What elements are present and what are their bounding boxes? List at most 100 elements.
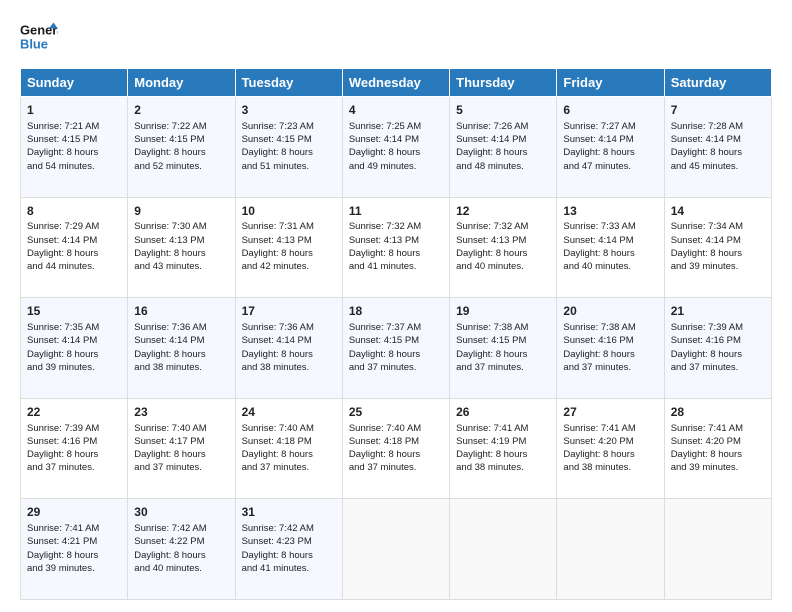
calendar-cell: 19Sunrise: 7:38 AMSunset: 4:15 PMDayligh… bbox=[450, 298, 557, 399]
day-number: 3 bbox=[242, 102, 336, 119]
day-number: 10 bbox=[242, 203, 336, 220]
day-number: 9 bbox=[134, 203, 228, 220]
day-number: 28 bbox=[671, 404, 765, 421]
cell-info-line: Sunrise: 7:42 AM bbox=[242, 522, 336, 535]
calendar-cell: 7Sunrise: 7:28 AMSunset: 4:14 PMDaylight… bbox=[664, 97, 771, 198]
cell-info-line: Daylight: 8 hours bbox=[27, 448, 121, 461]
cell-info-line: Sunrise: 7:32 AM bbox=[349, 220, 443, 233]
day-number: 13 bbox=[563, 203, 657, 220]
col-header-thursday: Thursday bbox=[450, 69, 557, 97]
cell-info-line: and 37 minutes. bbox=[671, 361, 765, 374]
cell-info-line: Daylight: 8 hours bbox=[134, 549, 228, 562]
cell-info-line: Sunset: 4:14 PM bbox=[671, 133, 765, 146]
cell-info-line: Daylight: 8 hours bbox=[242, 448, 336, 461]
day-number: 16 bbox=[134, 303, 228, 320]
calendar-cell: 31Sunrise: 7:42 AMSunset: 4:23 PMDayligh… bbox=[235, 499, 342, 600]
cell-info-line: Sunset: 4:14 PM bbox=[27, 334, 121, 347]
calendar-cell: 27Sunrise: 7:41 AMSunset: 4:20 PMDayligh… bbox=[557, 398, 664, 499]
day-number: 29 bbox=[27, 504, 121, 521]
cell-info-line: Daylight: 8 hours bbox=[671, 247, 765, 260]
cell-info-line: Sunrise: 7:40 AM bbox=[349, 422, 443, 435]
day-number: 30 bbox=[134, 504, 228, 521]
cell-info-line: and 39 minutes. bbox=[27, 562, 121, 575]
calendar-cell: 4Sunrise: 7:25 AMSunset: 4:14 PMDaylight… bbox=[342, 97, 449, 198]
day-number: 25 bbox=[349, 404, 443, 421]
cell-info-line: Sunset: 4:23 PM bbox=[242, 535, 336, 548]
calendar-cell: 12Sunrise: 7:32 AMSunset: 4:13 PMDayligh… bbox=[450, 197, 557, 298]
calendar-cell: 16Sunrise: 7:36 AMSunset: 4:14 PMDayligh… bbox=[128, 298, 235, 399]
cell-info-line: Sunset: 4:15 PM bbox=[349, 334, 443, 347]
cell-info-line: Sunrise: 7:26 AM bbox=[456, 120, 550, 133]
cell-info-line: and 44 minutes. bbox=[27, 260, 121, 273]
cell-info-line: and 41 minutes. bbox=[349, 260, 443, 273]
cell-info-line: Sunset: 4:14 PM bbox=[563, 234, 657, 247]
cell-info-line: Sunset: 4:15 PM bbox=[27, 133, 121, 146]
cell-info-line: Sunrise: 7:38 AM bbox=[563, 321, 657, 334]
cell-info-line: Sunset: 4:20 PM bbox=[671, 435, 765, 448]
day-number: 27 bbox=[563, 404, 657, 421]
day-number: 15 bbox=[27, 303, 121, 320]
cell-info-line: Sunrise: 7:40 AM bbox=[134, 422, 228, 435]
day-number: 8 bbox=[27, 203, 121, 220]
cell-info-line: Sunrise: 7:31 AM bbox=[242, 220, 336, 233]
cell-info-line: Sunset: 4:18 PM bbox=[242, 435, 336, 448]
day-number: 23 bbox=[134, 404, 228, 421]
cell-info-line: and 40 minutes. bbox=[563, 260, 657, 273]
cell-info-line: Sunrise: 7:39 AM bbox=[27, 422, 121, 435]
cell-info-line: Daylight: 8 hours bbox=[242, 348, 336, 361]
logo: General Blue bbox=[20, 18, 58, 56]
cell-info-line: Sunset: 4:15 PM bbox=[134, 133, 228, 146]
cell-info-line: and 52 minutes. bbox=[134, 160, 228, 173]
day-number: 31 bbox=[242, 504, 336, 521]
cell-info-line: and 47 minutes. bbox=[563, 160, 657, 173]
cell-info-line: Sunrise: 7:41 AM bbox=[671, 422, 765, 435]
cell-info-line: Sunset: 4:13 PM bbox=[349, 234, 443, 247]
day-number: 20 bbox=[563, 303, 657, 320]
cell-info-line: Sunset: 4:14 PM bbox=[134, 334, 228, 347]
cell-info-line: and 43 minutes. bbox=[134, 260, 228, 273]
calendar-cell bbox=[450, 499, 557, 600]
cell-info-line: Daylight: 8 hours bbox=[349, 448, 443, 461]
cell-info-line: Sunset: 4:18 PM bbox=[349, 435, 443, 448]
day-number: 4 bbox=[349, 102, 443, 119]
col-header-monday: Monday bbox=[128, 69, 235, 97]
cell-info-line: Sunrise: 7:40 AM bbox=[242, 422, 336, 435]
svg-text:Blue: Blue bbox=[20, 36, 48, 51]
cell-info-line: Sunrise: 7:27 AM bbox=[563, 120, 657, 133]
cell-info-line: and 37 minutes. bbox=[134, 461, 228, 474]
calendar-table: SundayMondayTuesdayWednesdayThursdayFrid… bbox=[20, 68, 772, 600]
cell-info-line: Sunrise: 7:30 AM bbox=[134, 220, 228, 233]
cell-info-line: and 49 minutes. bbox=[349, 160, 443, 173]
day-number: 12 bbox=[456, 203, 550, 220]
cell-info-line: Sunrise: 7:34 AM bbox=[671, 220, 765, 233]
cell-info-line: Daylight: 8 hours bbox=[242, 247, 336, 260]
cell-info-line: Sunset: 4:16 PM bbox=[27, 435, 121, 448]
cell-info-line: Daylight: 8 hours bbox=[27, 348, 121, 361]
cell-info-line: Sunrise: 7:41 AM bbox=[563, 422, 657, 435]
calendar-cell: 24Sunrise: 7:40 AMSunset: 4:18 PMDayligh… bbox=[235, 398, 342, 499]
cell-info-line: Daylight: 8 hours bbox=[456, 247, 550, 260]
cell-info-line: Daylight: 8 hours bbox=[242, 146, 336, 159]
cell-info-line: Daylight: 8 hours bbox=[27, 146, 121, 159]
cell-info-line: and 38 minutes. bbox=[456, 461, 550, 474]
cell-info-line: Sunrise: 7:36 AM bbox=[242, 321, 336, 334]
cell-info-line: Daylight: 8 hours bbox=[27, 549, 121, 562]
cell-info-line: Daylight: 8 hours bbox=[134, 448, 228, 461]
calendar-cell: 17Sunrise: 7:36 AMSunset: 4:14 PMDayligh… bbox=[235, 298, 342, 399]
page: General Blue SundayMondayTuesdayWednesda… bbox=[0, 0, 792, 612]
cell-info-line: and 40 minutes. bbox=[456, 260, 550, 273]
cell-info-line: and 37 minutes. bbox=[242, 461, 336, 474]
calendar-cell: 8Sunrise: 7:29 AMSunset: 4:14 PMDaylight… bbox=[21, 197, 128, 298]
cell-info-line: and 48 minutes. bbox=[456, 160, 550, 173]
day-number: 7 bbox=[671, 102, 765, 119]
cell-info-line: Daylight: 8 hours bbox=[456, 146, 550, 159]
calendar-cell: 11Sunrise: 7:32 AMSunset: 4:13 PMDayligh… bbox=[342, 197, 449, 298]
cell-info-line: Sunrise: 7:39 AM bbox=[671, 321, 765, 334]
day-number: 26 bbox=[456, 404, 550, 421]
cell-info-line: and 37 minutes. bbox=[349, 361, 443, 374]
logo-svg: General Blue bbox=[20, 18, 58, 56]
cell-info-line: Sunrise: 7:23 AM bbox=[242, 120, 336, 133]
cell-info-line: Sunrise: 7:41 AM bbox=[27, 522, 121, 535]
col-header-sunday: Sunday bbox=[21, 69, 128, 97]
cell-info-line: Sunset: 4:16 PM bbox=[563, 334, 657, 347]
